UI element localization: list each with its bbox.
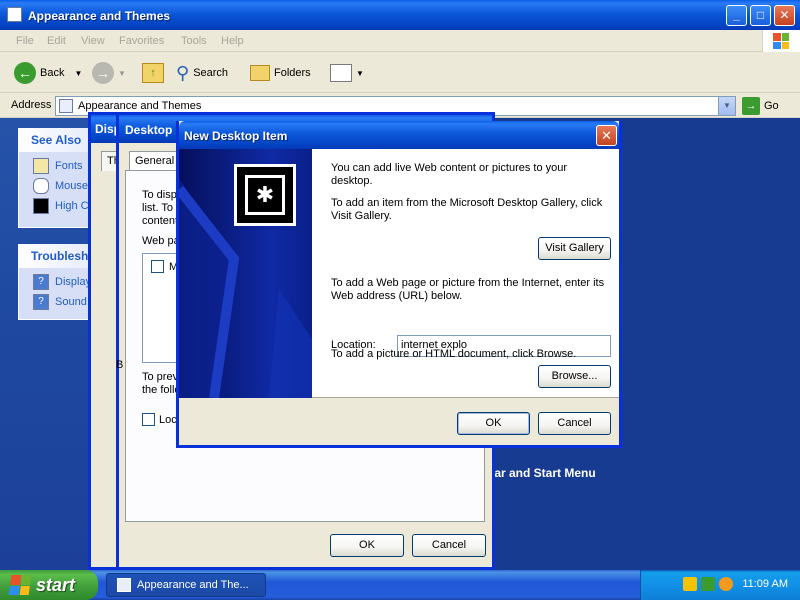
dropdown-arrow-icon: ▼: [74, 68, 83, 78]
window-title: Appearance and Themes: [28, 9, 171, 23]
back-arrow-icon: ←: [14, 62, 36, 84]
security-shield-icon[interactable]: [683, 577, 697, 591]
menu-bar: File Edit View Favorites Tools Help: [0, 30, 800, 52]
lock-items-checkbox-row[interactable]: Loc: [142, 413, 177, 426]
menu-edit[interactable]: Edit: [47, 35, 66, 47]
menu-view[interactable]: View: [81, 35, 105, 47]
link-label: Sound: [55, 296, 87, 308]
browse-button[interactable]: Browse...: [538, 365, 611, 388]
address-dropdown-button[interactable]: ▼: [718, 97, 735, 115]
explorer-titlebar[interactable]: Appearance and Themes _ □ ✕: [0, 0, 800, 30]
link-label: Fonts: [55, 160, 83, 172]
windows-logo-icon: [762, 30, 800, 52]
dialog-body: ✱ You can add live Web content or pictur…: [179, 149, 619, 398]
visit-gallery-button[interactable]: Visit Gallery: [538, 237, 611, 260]
folder-icon: [7, 7, 22, 22]
views-button[interactable]: ▼: [330, 61, 364, 85]
web-pages-label: Web pa: [142, 235, 180, 247]
web-address-message: To add a Web page or picture from the In…: [331, 277, 605, 302]
control-panel-icon: [117, 578, 131, 592]
toolbar: ← Back ▼ → ▼ ↑ ⚲ Search Folders ▼: [0, 53, 800, 93]
up-folder-button[interactable]: ↑: [142, 61, 164, 85]
search-button[interactable]: ⚲ Search: [176, 61, 228, 85]
start-button[interactable]: start: [0, 570, 98, 600]
intro-message: You can add live Web content or pictures…: [331, 162, 568, 187]
wizard-side-art: ✱: [179, 149, 312, 398]
folders-label: Folders: [274, 67, 311, 79]
close-button[interactable]: ✕: [774, 5, 795, 26]
menu-file[interactable]: File: [16, 35, 34, 47]
dialog-title: New Desktop Item: [184, 129, 288, 143]
start-label: start: [36, 574, 76, 595]
back-label: Back: [40, 67, 65, 79]
go-arrow-icon: →: [742, 97, 760, 115]
taskbar-start-menu-link[interactable]: bar and Start Menu: [487, 466, 596, 480]
search-label: Search: [193, 67, 229, 79]
desktop-item-icon: ✱: [234, 164, 296, 226]
minimize-button[interactable]: _: [726, 5, 747, 26]
browse-message: To add a picture or HTML document, click…: [331, 348, 577, 360]
maximize-button[interactable]: □: [750, 5, 771, 26]
up-folder-icon: ↑: [142, 63, 164, 83]
list-item-checkbox[interactable]: [151, 260, 164, 273]
folders-icon: [250, 65, 270, 81]
new-desktop-item-dialog: New Desktop Item ✕ ✱ You can add live We…: [176, 121, 622, 448]
menu-favorites[interactable]: Favorites: [119, 35, 164, 47]
search-icon: ⚲: [176, 62, 190, 83]
control-panel-icon: [59, 99, 73, 113]
address-value: Appearance and Themes: [78, 100, 202, 112]
taskbar-window-label: Appearance and The...: [137, 579, 249, 591]
close-button[interactable]: ✕: [596, 125, 617, 146]
cancel-button[interactable]: Cancel: [538, 412, 611, 435]
taskbar-window-button[interactable]: Appearance and The...: [106, 573, 266, 597]
desktop-items-ok-button[interactable]: OK: [330, 534, 404, 557]
menu-tools[interactable]: Tools: [181, 35, 207, 47]
menu-help[interactable]: Help: [221, 35, 244, 47]
desktop-items-cancel-button[interactable]: Cancel: [412, 534, 486, 557]
clock: 11:09 AM: [742, 578, 788, 590]
help-icon: ?: [33, 274, 49, 290]
lock-label: Loc: [159, 413, 177, 426]
tab-general[interactable]: General: [129, 151, 181, 171]
windows-flag-icon: [8, 575, 32, 595]
views-icon: [330, 64, 352, 82]
network-icon[interactable]: [701, 577, 715, 591]
taskbar: start Appearance and The... 11:09 AM: [0, 570, 800, 600]
dropdown-arrow-icon: ▼: [118, 68, 126, 78]
link-label: Display: [55, 276, 92, 288]
mouse-icon: [33, 178, 49, 194]
list-item[interactable]: M: [151, 260, 178, 273]
back-button[interactable]: ← Back ▼: [14, 61, 82, 85]
gallery-message: To add an item from the Microsoft Deskto…: [331, 197, 603, 222]
dropdown-arrow-icon: ▼: [356, 68, 364, 78]
fonts-folder-icon: [33, 158, 49, 174]
link-label: Mouse: [55, 180, 89, 192]
address-label: Address: [11, 99, 52, 111]
panel-letter: B: [116, 359, 124, 371]
go-label: Go: [764, 100, 779, 112]
help-icon: ?: [33, 294, 49, 310]
search-tray-icon[interactable]: [719, 577, 733, 591]
new-desktop-item-titlebar[interactable]: New Desktop Item ✕: [179, 121, 619, 149]
go-button[interactable]: → Go: [742, 96, 798, 116]
forward-button[interactable]: → ▼: [92, 61, 126, 85]
forward-arrow-icon: →: [92, 62, 114, 84]
system-tray: 11:09 AM: [640, 570, 800, 600]
lock-checkbox[interactable]: [142, 413, 155, 426]
high-contrast-icon: [33, 198, 49, 214]
dialog-title: Desktop It: [125, 123, 184, 137]
ok-button[interactable]: OK: [457, 412, 530, 435]
folders-button[interactable]: Folders: [250, 61, 311, 85]
